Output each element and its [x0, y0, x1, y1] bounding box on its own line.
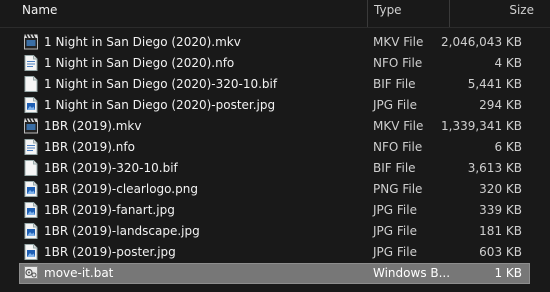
file-type: BIF File	[373, 77, 416, 91]
image-file-icon	[24, 181, 38, 197]
file-type: PNG File	[373, 182, 423, 196]
nfo-file-icon	[24, 139, 38, 155]
file-type: JPG File	[373, 98, 417, 112]
image-file-icon	[24, 202, 38, 218]
file-name[interactable]: 1BR (2019).nfo	[44, 137, 135, 158]
column-header-type[interactable]: Type	[368, 0, 450, 27]
file-size: 294 KB	[479, 98, 522, 112]
file-row[interactable]: 1BR (2019)-fanart.jpg JPG File 339 KB	[0, 200, 550, 221]
file-row[interactable]: 1 Night in San Diego (2020).nfo NFO File 4…	[0, 53, 550, 74]
file-type: MKV File	[373, 35, 424, 49]
column-header-name[interactable]: Name	[16, 0, 368, 27]
file-name[interactable]: 1 Night in San Diego (2020).nfo	[44, 53, 234, 74]
file-name[interactable]: 1BR (2019)-landscape.jpg	[44, 221, 200, 242]
file-size: 320 KB	[479, 182, 522, 196]
nfo-file-icon	[24, 55, 38, 71]
file-row[interactable]: 1BR (2019)-clearlogo.png PNG File 320 KB	[0, 179, 550, 200]
file-name[interactable]: move-it.bat	[44, 263, 113, 284]
file-size: 2,046,043 KB	[441, 35, 522, 49]
file-row[interactable]: 1 Night in San Diego (2020)-320-10.bif BI…	[0, 74, 550, 95]
file-type: MKV File	[373, 119, 424, 133]
column-header-size[interactable]: Size	[450, 0, 534, 27]
file-list: 1 Night in San Diego (2020).mkv MKV File 2…	[0, 32, 550, 284]
file-type: NFO File	[373, 56, 423, 70]
file-size: 1,339,341 KB	[441, 119, 522, 133]
file-size: 1 KB	[494, 266, 522, 280]
video-file-icon	[24, 118, 38, 134]
file-type: NFO File	[373, 140, 423, 154]
image-file-icon	[24, 244, 38, 260]
file-size: 181 KB	[479, 224, 522, 238]
file-name[interactable]: 1BR (2019)-fanart.jpg	[44, 200, 175, 221]
file-type: JPG File	[373, 203, 417, 217]
file-row[interactable]: 1BR (2019).nfo NFO File 6 KB	[0, 137, 550, 158]
file-row[interactable]: 1BR (2019)-320-10.bif BIF File 3,613 KB	[0, 158, 550, 179]
file-size: 3,613 KB	[467, 161, 522, 175]
file-row[interactable]: 1BR (2019).mkv MKV File 1,339,341 KB	[0, 116, 550, 137]
file-type: JPG File	[373, 245, 417, 259]
column-header-bar: ^ Name Type Size	[0, 0, 550, 28]
file-name[interactable]: 1 Night in San Diego (2020).mkv	[44, 32, 241, 53]
file-name[interactable]: 1BR (2019)-320-10.bif	[44, 158, 178, 179]
file-type: JPG File	[373, 224, 417, 238]
generic-file-icon	[24, 160, 38, 176]
file-type: Windows B...	[373, 266, 451, 280]
video-file-icon	[24, 34, 38, 50]
batch-file-icon	[24, 265, 38, 281]
file-type: BIF File	[373, 161, 416, 175]
file-row[interactable]: move-it.bat Windows B... 1 KB	[0, 263, 550, 284]
file-size: 5,441 KB	[467, 77, 522, 91]
file-size: 6 KB	[494, 140, 522, 154]
image-file-icon	[24, 97, 38, 113]
file-row[interactable]: 1 Night in San Diego (2020).mkv MKV File 2…	[0, 32, 550, 53]
image-file-icon	[24, 223, 38, 239]
file-size: 339 KB	[479, 203, 522, 217]
file-row[interactable]: 1BR (2019)-poster.jpg JPG File 603 KB	[0, 242, 550, 263]
file-size: 603 KB	[479, 245, 522, 259]
file-name[interactable]: 1BR (2019)-clearlogo.png	[44, 179, 198, 200]
file-name[interactable]: 1BR (2019).mkv	[44, 116, 141, 137]
file-name[interactable]: 1 Night in San Diego (2020)-320-10.bif	[44, 74, 277, 95]
file-size: 4 KB	[494, 56, 522, 70]
generic-file-icon	[24, 76, 38, 92]
file-row[interactable]: 1BR (2019)-landscape.jpg JPG File 181 KB	[0, 221, 550, 242]
file-name[interactable]: 1BR (2019)-poster.jpg	[44, 242, 176, 263]
file-row[interactable]: 1 Night in San Diego (2020)-poster.jpg JP…	[0, 95, 550, 116]
file-explorer-window: ^ Name Type Size 1 Night in San Diego (2…	[0, 0, 550, 292]
file-name[interactable]: 1 Night in San Diego (2020)-poster.jpg	[44, 95, 275, 116]
